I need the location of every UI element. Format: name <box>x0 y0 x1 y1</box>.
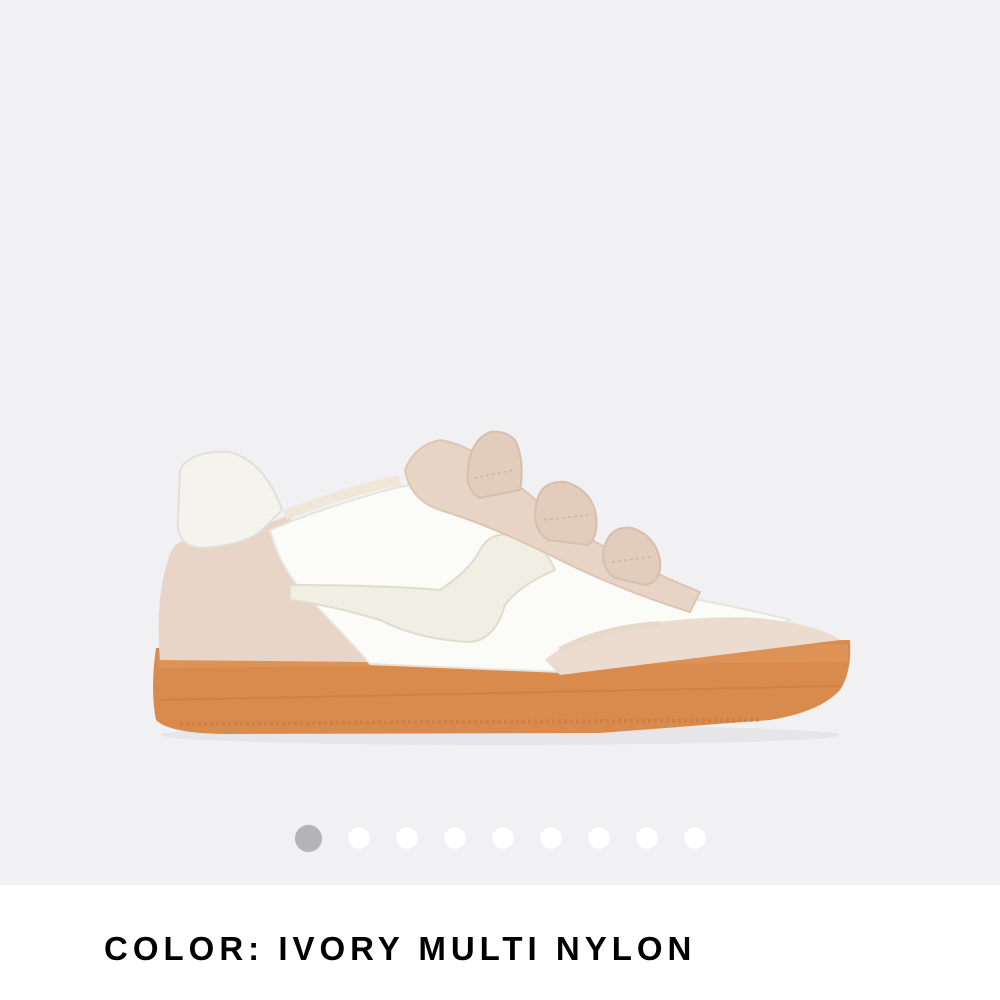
carousel-dot-4[interactable] <box>443 827 466 849</box>
color-value: IVORY MULTI NYLON <box>278 930 697 967</box>
carousel-dot-9[interactable] <box>683 827 706 849</box>
carousel-dot-2[interactable] <box>347 827 370 849</box>
product-image-gallery[interactable] <box>0 0 1000 885</box>
sneaker-product-image <box>153 430 851 745</box>
color-selector-label: COLOR: IVORY MULTI NYLON <box>104 930 696 968</box>
carousel-dot-5[interactable] <box>491 827 514 849</box>
carousel-dot-7[interactable] <box>587 827 610 849</box>
carousel-pagination <box>0 822 1000 854</box>
color-label: COLOR: <box>104 930 265 967</box>
carousel-dot-3[interactable] <box>395 827 418 849</box>
carousel-dot-6[interactable] <box>539 827 562 849</box>
carousel-dot-8[interactable] <box>635 827 658 849</box>
carousel-dot-1[interactable] <box>294 824 322 852</box>
